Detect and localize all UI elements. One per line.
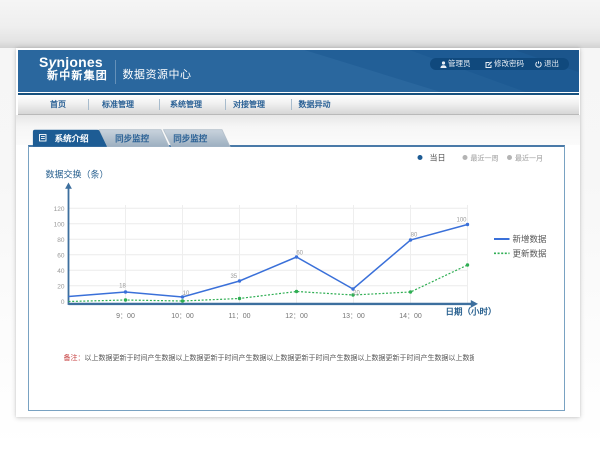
- svg-text:20: 20: [57, 284, 65, 291]
- svg-text:20: 20: [353, 291, 360, 297]
- svg-text:12：00: 12：00: [285, 313, 308, 320]
- svg-text:0: 0: [61, 299, 65, 306]
- svg-text:120: 120: [54, 206, 65, 213]
- svg-text:60: 60: [296, 251, 303, 257]
- svg-text:13：00: 13：00: [342, 313, 365, 320]
- svg-text:数据交换（条）: 数据交换（条）: [46, 169, 109, 180]
- svg-text:10: 10: [183, 291, 190, 297]
- svg-text:11：00: 11：00: [228, 313, 250, 320]
- svg-text:14：00: 14：00: [399, 313, 422, 320]
- svg-text:100: 100: [54, 222, 65, 229]
- svg-text:18: 18: [119, 284, 126, 290]
- svg-text:日期（小时）: 日期（小时）: [446, 307, 497, 317]
- svg-text:最近一月: 最近一月: [515, 154, 543, 163]
- svg-text:10：00: 10：00: [171, 313, 194, 320]
- svg-text:新增数据: 新增数据: [513, 234, 548, 244]
- svg-text:100: 100: [456, 218, 467, 224]
- svg-text:9：00: 9：00: [116, 313, 135, 320]
- svg-text:最近一周: 最近一周: [471, 154, 499, 163]
- svg-text:80: 80: [57, 237, 65, 244]
- svg-text:35: 35: [230, 274, 237, 280]
- svg-text:40: 40: [57, 268, 65, 275]
- svg-text:当日: 当日: [430, 153, 446, 163]
- svg-text:更新数据: 更新数据: [513, 248, 548, 258]
- svg-text:80: 80: [411, 233, 418, 239]
- svg-text:60: 60: [57, 253, 65, 260]
